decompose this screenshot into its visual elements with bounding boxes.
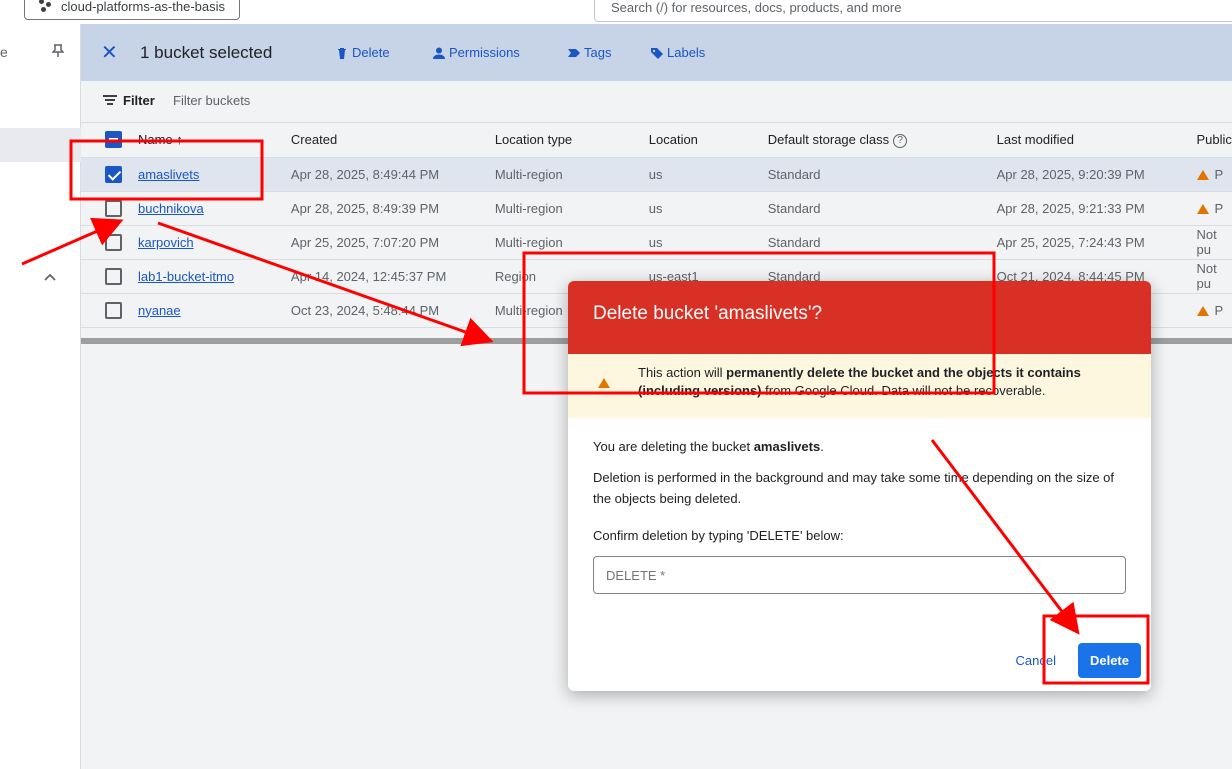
- bucket-name-link[interactable]: karpovich: [138, 235, 194, 250]
- confirm-delete-input[interactable]: [593, 556, 1126, 594]
- filter-icon: [103, 95, 117, 105]
- tags-action-label: Tags: [584, 45, 612, 60]
- column-header-last-modified[interactable]: Last modified: [996, 123, 1197, 158]
- confirm-label: Confirm deletion by typing 'DELETE' belo…: [593, 528, 844, 543]
- labels-action-label: Labels: [667, 45, 706, 60]
- table-header-row: Name ↑ Created Location type Location De…: [81, 123, 1232, 158]
- pin-icon[interactable]: [51, 44, 66, 60]
- warning-icon: [1196, 170, 1209, 181]
- top-bar: cloud-platforms-as-the-basis Search (/) …: [0, 0, 1232, 24]
- left-nav-rail: e: [0, 24, 81, 769]
- person-icon: [433, 47, 445, 59]
- selection-action-bar: ✕ 1 bucket selected Delete Permissions T…: [81, 24, 1232, 81]
- clear-selection-close-icon[interactable]: ✕: [101, 40, 118, 65]
- location-type-cell: Multi-region: [494, 191, 649, 226]
- column-header-public[interactable]: Public: [1196, 123, 1232, 158]
- public-cell: P: [1196, 293, 1232, 328]
- bucket-name-link[interactable]: nyanae: [138, 303, 181, 318]
- label-icon: [651, 47, 663, 59]
- table-row[interactable]: amaslivets Apr 28, 2025, 8:49:44 PM Multi-…: [81, 157, 1232, 192]
- created-cell: Apr 28, 2025, 8:49:44 PM: [290, 157, 495, 192]
- tag-icon: [568, 48, 580, 57]
- storage-class-cell: Standard: [767, 157, 997, 192]
- filter-input[interactable]: Filter buckets: [173, 93, 250, 108]
- column-header-name[interactable]: Name ↑: [137, 123, 291, 158]
- location-type-cell: Multi-region: [494, 157, 649, 192]
- dialog-title: Delete bucket 'amaslivets'?: [568, 281, 1151, 354]
- created-cell: Oct 23, 2024, 5:48:44 PM: [290, 293, 495, 328]
- project-selector[interactable]: cloud-platforms-as-the-basis: [24, 0, 241, 20]
- filter-bar[interactable]: Filter Filter buckets: [81, 81, 1232, 123]
- search-input[interactable]: Search (/) for resources, docs, products…: [594, 0, 1232, 22]
- row-checkbox[interactable]: [105, 233, 122, 251]
- project-icon: [39, 0, 53, 13]
- dialog-body: You are deleting the bucket amaslivets. …: [568, 418, 1151, 612]
- deleting-bucket-text: You are deleting the bucket amaslivets.: [593, 439, 824, 454]
- created-cell: Apr 14, 2024, 12:45:37 PM: [290, 259, 495, 294]
- warning-text: This action will permanently delete the …: [638, 365, 1081, 398]
- warning-icon: [1196, 204, 1209, 215]
- location-cell: us: [648, 225, 768, 260]
- background-note: Deletion is performed in the background …: [593, 470, 1115, 506]
- table-row[interactable]: karpovich Apr 25, 2025, 7:07:20 PM Multi-r…: [81, 225, 1232, 260]
- last-modified-cell: Apr 25, 2025, 7:24:43 PM: [996, 225, 1197, 260]
- bucket-name-link[interactable]: amaslivets: [138, 167, 199, 182]
- column-header-storage-class[interactable]: Default storage class?: [767, 123, 997, 158]
- bucket-name-link[interactable]: lab1-bucket-itmo: [138, 269, 234, 284]
- row-checkbox[interactable]: [105, 165, 122, 183]
- dialog-actions: Cancel Delete: [1016, 643, 1141, 678]
- public-cell: Not pu: [1196, 259, 1232, 294]
- select-all-checkbox[interactable]: [105, 131, 122, 149]
- row-checkbox[interactable]: [105, 267, 122, 285]
- selection-count: 1 bucket selected: [140, 43, 273, 62]
- chevron-up-icon[interactable]: [44, 268, 56, 284]
- location-type-cell: Multi-region: [494, 225, 649, 260]
- nav-item-selected[interactable]: [0, 128, 81, 162]
- public-cell: P: [1196, 191, 1232, 226]
- location-cell: us: [648, 157, 768, 192]
- storage-class-cell: Standard: [767, 225, 997, 260]
- trash-icon: [338, 47, 346, 59]
- warning-icon: [1196, 306, 1209, 317]
- row-checkbox[interactable]: [105, 199, 122, 217]
- last-modified-cell: Apr 28, 2025, 9:20:39 PM: [996, 157, 1197, 192]
- project-name: cloud-platforms-as-the-basis: [61, 0, 226, 14]
- delete-action-button[interactable]: Delete: [336, 45, 390, 60]
- delete-bucket-dialog: Delete bucket 'amaslivets'? This action …: [568, 281, 1151, 691]
- last-modified-cell: Apr 28, 2025, 9:21:33 PM: [996, 191, 1197, 226]
- created-cell: Apr 25, 2025, 7:07:20 PM: [290, 225, 495, 260]
- column-header-created[interactable]: Created: [290, 123, 495, 158]
- confirm-delete-button[interactable]: Delete: [1077, 643, 1141, 678]
- tags-action-button[interactable]: Tags: [568, 45, 611, 60]
- sort-up-arrow-icon: ↑: [176, 132, 183, 148]
- dialog-warning-banner: This action will permanently delete the …: [568, 354, 1151, 418]
- table-row[interactable]: buchnikova Apr 28, 2025, 8:49:39 PM Multi-…: [81, 191, 1232, 226]
- labels-action-button[interactable]: Labels: [651, 45, 705, 60]
- bucket-name-link[interactable]: buchnikova: [138, 201, 204, 216]
- public-cell: Not pu: [1196, 225, 1232, 260]
- permissions-action-button[interactable]: Permissions: [433, 45, 520, 60]
- location-cell: us: [648, 191, 768, 226]
- permissions-action-label: Permissions: [449, 45, 520, 60]
- help-icon[interactable]: ?: [893, 133, 908, 148]
- column-header-location[interactable]: Location: [648, 123, 768, 158]
- storage-class-cell: Standard: [767, 191, 997, 226]
- cancel-button[interactable]: Cancel: [1016, 653, 1056, 668]
- delete-action-label: Delete: [352, 45, 390, 60]
- warning-icon: [598, 378, 610, 388]
- nav-truncated-label: e: [0, 44, 8, 60]
- filter-label: Filter: [123, 93, 155, 108]
- column-header-location-type[interactable]: Location type: [494, 123, 649, 158]
- created-cell: Apr 28, 2025, 8:49:39 PM: [290, 191, 495, 226]
- search-placeholder: Search (/) for resources, docs, products…: [611, 0, 902, 15]
- public-cell: P: [1196, 157, 1232, 192]
- row-checkbox[interactable]: [105, 301, 122, 319]
